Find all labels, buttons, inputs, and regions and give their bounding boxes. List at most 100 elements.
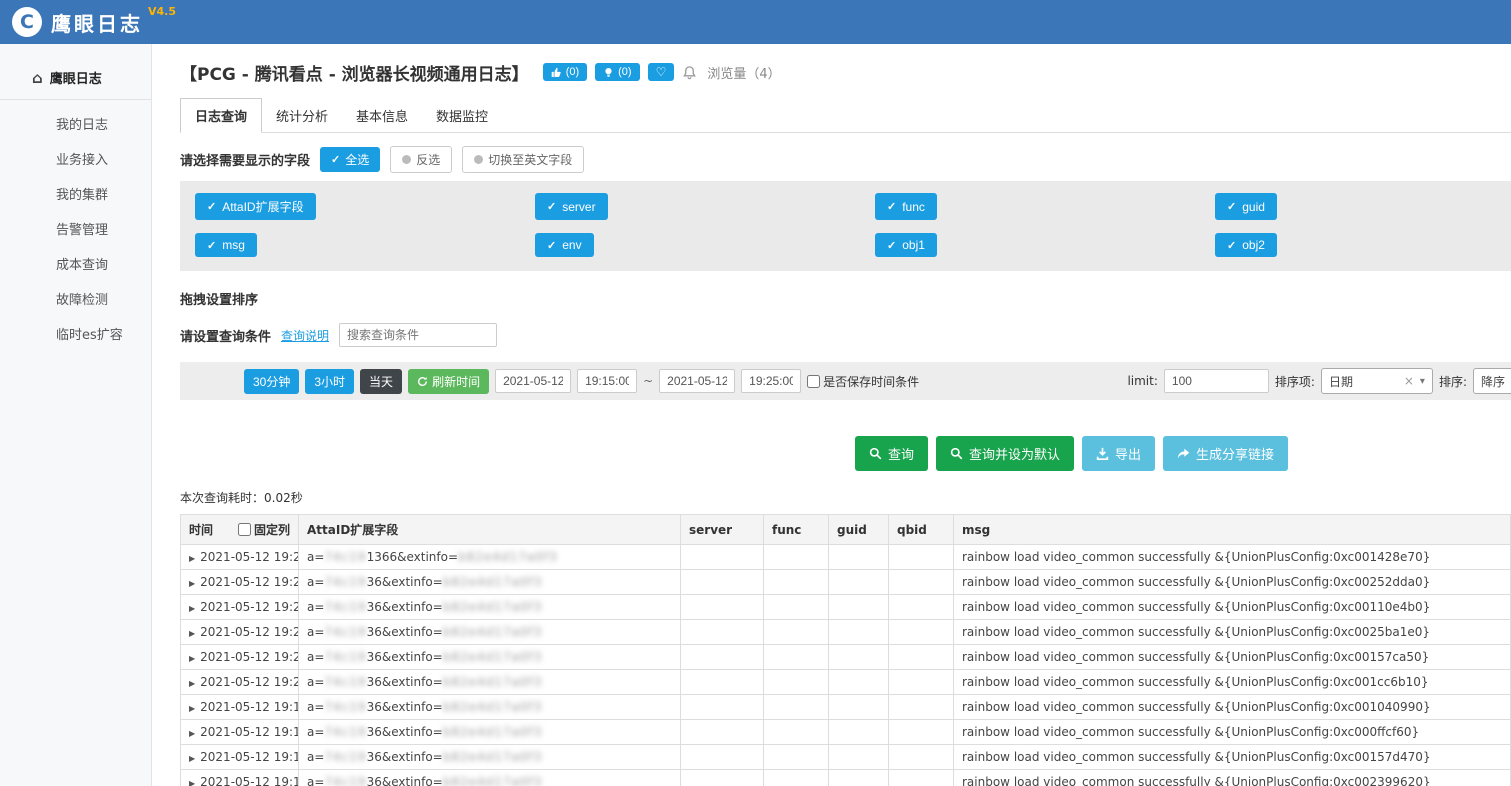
app-version: V4.5 xyxy=(148,5,176,18)
sidebar-item[interactable]: 我的日志 xyxy=(0,106,151,141)
row-time-cell[interactable]: ▶ 2021-05-12 19:24:00 xyxy=(180,569,299,595)
log-table: 时间 固定列 AttaID扩展字段 server func guid qbid … xyxy=(180,514,1511,786)
col-header-msg: msg xyxy=(953,514,1511,545)
expand-row-icon[interactable]: ▶ xyxy=(189,704,195,713)
fixed-column-checkbox[interactable] xyxy=(237,523,251,536)
expand-row-icon[interactable]: ▶ xyxy=(189,729,195,738)
row-msg-cell: rainbow load video_common successfully &… xyxy=(953,744,1511,770)
quick-today-button[interactable]: 当天 xyxy=(360,368,403,394)
condition-search-input[interactable] xyxy=(339,323,498,347)
end-time-input[interactable] xyxy=(741,369,802,393)
sidebar-item[interactable]: 临时es扩容 xyxy=(0,316,151,351)
col-header-guid: guid xyxy=(828,514,889,545)
invert-select-button[interactable]: 反选 xyxy=(390,145,453,173)
row-time-value: 2021-05-12 19:17:00 xyxy=(200,750,299,764)
tab[interactable]: 数据监控 xyxy=(422,99,502,132)
clear-icon[interactable]: × xyxy=(1404,374,1414,388)
fixed-column-option[interactable]: 固定列 xyxy=(237,521,290,538)
switch-language-button[interactable]: 切换至英文字段 xyxy=(462,145,585,173)
row-time-value: 2021-05-12 19:23:00 xyxy=(200,600,299,614)
row-time-cell[interactable]: ▶ 2021-05-12 19:25:00 xyxy=(180,544,299,570)
row-time-cell[interactable]: ▶ 2021-05-12 19:16:00 xyxy=(180,769,299,786)
refresh-time-button[interactable]: 刷新时间 xyxy=(408,368,490,394)
row-time-value: 2021-05-12 19:20:00 xyxy=(200,675,299,689)
row-time-value: 2021-05-12 19:18:00 xyxy=(200,725,299,739)
expand-row-icon[interactable]: ▶ xyxy=(189,754,195,763)
row-time-cell[interactable]: ▶ 2021-05-12 19:18:00 xyxy=(180,719,299,745)
like-button[interactable]: (0) xyxy=(542,63,588,81)
end-date-input[interactable] xyxy=(659,369,736,393)
query-set-default-button[interactable]: 查询并设为默认 xyxy=(936,436,1075,471)
check-icon: ✓ xyxy=(331,153,341,166)
favorite-button[interactable]: ♡ xyxy=(647,63,675,81)
field-checkbox-button[interactable]: ✓ env xyxy=(535,233,594,257)
query-button[interactable]: 查询 xyxy=(855,436,929,471)
row-msg-cell: rainbow load video_common successfully &… xyxy=(953,619,1511,645)
redacted-text: 74c19 xyxy=(324,600,367,614)
drag-sort-label: 拖拽设置排序 xyxy=(180,293,259,308)
save-time-option[interactable]: 是否保存时间条件 xyxy=(807,373,919,390)
quick-30min-button[interactable]: 30分钟 xyxy=(244,368,300,394)
row-time-cell[interactable]: ▶ 2021-05-12 19:23:00 xyxy=(180,594,299,620)
start-time-input[interactable] xyxy=(577,369,638,393)
circle-icon xyxy=(402,154,412,164)
start-date-input[interactable] xyxy=(495,369,572,393)
expand-row-icon[interactable]: ▶ xyxy=(189,654,195,663)
export-button[interactable]: 导出 xyxy=(1082,436,1156,471)
expand-row-icon[interactable]: ▶ xyxy=(189,779,195,786)
field-label: AttaID扩展字段 xyxy=(222,200,304,214)
limit-input[interactable] xyxy=(1163,369,1269,393)
expand-row-icon[interactable]: ▶ xyxy=(189,554,195,563)
row-time-cell[interactable]: ▶ 2021-05-12 19:17:00 xyxy=(180,744,299,770)
field-checkbox-button[interactable]: ✓ obj1 xyxy=(875,233,937,257)
quick-3hour-button[interactable]: 3小时 xyxy=(305,368,355,394)
tab[interactable]: 日志查询 xyxy=(180,98,263,133)
sidebar-item[interactable]: ⌂ 鹰眼日志 xyxy=(0,60,151,100)
top-header-bar: C 鹰眼日志 V4.5 xyxy=(0,0,1511,44)
query-help-link[interactable]: 查询说明 xyxy=(281,327,329,344)
switch-language-label: 切换至英文字段 xyxy=(488,152,573,167)
sort-field-select[interactable]: 日期 × ▾ xyxy=(1320,368,1433,394)
sidebar-item[interactable]: 故障检测 xyxy=(0,281,151,316)
row-guid-cell xyxy=(828,719,889,745)
field-checkbox-button[interactable]: ✓ AttaID扩展字段 xyxy=(195,193,316,220)
share-link-button[interactable]: 生成分享链接 xyxy=(1163,436,1289,471)
row-atta-cell: a=74c1936&extinfo=b82e4d17a0f3 xyxy=(298,569,681,595)
expand-row-icon[interactable]: ▶ xyxy=(189,579,195,588)
save-time-checkbox[interactable] xyxy=(807,374,821,388)
row-time-cell[interactable]: ▶ 2021-05-12 19:21:00 xyxy=(180,644,299,670)
tab[interactable]: 统计分析 xyxy=(262,99,342,132)
select-all-button[interactable]: ✓ 全选 xyxy=(320,146,381,172)
expand-row-icon[interactable]: ▶ xyxy=(189,604,195,613)
row-time-cell[interactable]: ▶ 2021-05-12 19:19:00 xyxy=(180,694,299,720)
sidebar-item[interactable]: 我的集群 xyxy=(0,176,151,211)
field-checkbox-button[interactable]: ✓ msg xyxy=(195,233,257,257)
sidebar-item[interactable]: 成本查询 xyxy=(0,246,151,281)
expand-row-icon[interactable]: ▶ xyxy=(189,629,195,638)
invert-select-label: 反选 xyxy=(416,152,441,167)
check-icon: ✓ xyxy=(1227,201,1237,213)
tab[interactable]: 基本信息 xyxy=(342,99,422,132)
expand-row-icon[interactable]: ▶ xyxy=(189,679,195,688)
fields-grid: ✓ AttaID扩展字段 ✓ server ✓ func ✓ guid ✓ msg ✓ env ✓ obj… xyxy=(195,193,1511,257)
row-msg-cell: rainbow load video_common successfully &… xyxy=(953,644,1511,670)
field-checkbox-button[interactable]: ✓ guid xyxy=(1215,193,1277,220)
redacted-text: 74c19 xyxy=(324,725,367,739)
home-icon: ⌂ xyxy=(32,68,43,87)
field-checkbox-button[interactable]: ✓ func xyxy=(875,193,937,220)
alarm-button[interactable] xyxy=(682,65,697,80)
row-time-cell[interactable]: ▶ 2021-05-12 19:20:00 xyxy=(180,669,299,695)
redacted-text: 74c19 xyxy=(324,775,367,786)
sidebar-item[interactable]: 业务接入 xyxy=(0,141,151,176)
field-checkbox-button[interactable]: ✓ obj2 xyxy=(1215,233,1277,257)
row-guid-cell xyxy=(828,744,889,770)
check-icon: ✓ xyxy=(547,239,557,252)
sidebar-item[interactable]: 告警管理 xyxy=(0,211,151,246)
row-time-cell[interactable]: ▶ 2021-05-12 19:22:00 xyxy=(180,619,299,645)
field-checkbox-button[interactable]: ✓ server xyxy=(535,193,608,220)
select-all-label: 全选 xyxy=(345,152,370,167)
redacted-text: b82e4d17a0f3 xyxy=(442,650,543,664)
row-qbid-cell xyxy=(888,769,954,786)
sort-order-select[interactable]: 降序 ▾ xyxy=(1473,368,1511,394)
suggest-button[interactable]: (0) xyxy=(595,63,640,81)
